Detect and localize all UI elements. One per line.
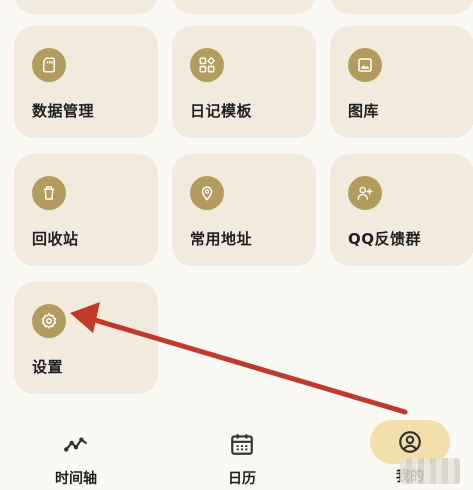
- tile-label: QQ反馈群: [348, 230, 422, 248]
- tile-gallery[interactable]: 图库: [330, 26, 473, 138]
- tile-label: 日记模板: [190, 102, 253, 120]
- tile-data-management[interactable]: 数据管理: [14, 26, 158, 138]
- page: 数据管理 日记模板 图库 回收站 常用地址 QQ反馈群 设置 时间轴 日历: [0, 0, 473, 490]
- sd-card-icon: [32, 48, 66, 82]
- nav-calendar[interactable]: 日历: [182, 410, 302, 490]
- tile-partial[interactable]: [172, 0, 316, 14]
- tile-label: 图库: [348, 102, 380, 120]
- calendar-icon: [212, 426, 272, 462]
- tile-label: 常用地址: [190, 230, 253, 248]
- trend-line-icon: [46, 426, 106, 462]
- blur-mosaic: [400, 458, 460, 484]
- tile-recycle-bin[interactable]: 回收站: [14, 154, 158, 266]
- tile-diary-template[interactable]: 日记模板: [172, 26, 316, 138]
- tile-label: 数据管理: [32, 102, 95, 120]
- tile-label: 设置: [32, 358, 64, 376]
- nav-timeline[interactable]: 时间轴: [16, 410, 136, 490]
- add-person-icon: [348, 176, 382, 210]
- tile-partial[interactable]: [330, 0, 473, 14]
- nav-label: 时间轴: [55, 471, 97, 487]
- tile-partial[interactable]: [14, 0, 158, 14]
- image-icon: [348, 48, 382, 82]
- tile-qq-group[interactable]: QQ反馈群: [330, 154, 473, 266]
- trash-icon: [32, 176, 66, 210]
- location-pin-icon: [190, 176, 224, 210]
- nav-label: 日历: [228, 471, 256, 487]
- tile-common-address[interactable]: 常用地址: [172, 154, 316, 266]
- tile-settings[interactable]: 设置: [14, 282, 158, 394]
- gear-icon: [32, 304, 66, 338]
- tile-label: 回收站: [32, 230, 79, 248]
- template-grid-icon: [190, 48, 224, 82]
